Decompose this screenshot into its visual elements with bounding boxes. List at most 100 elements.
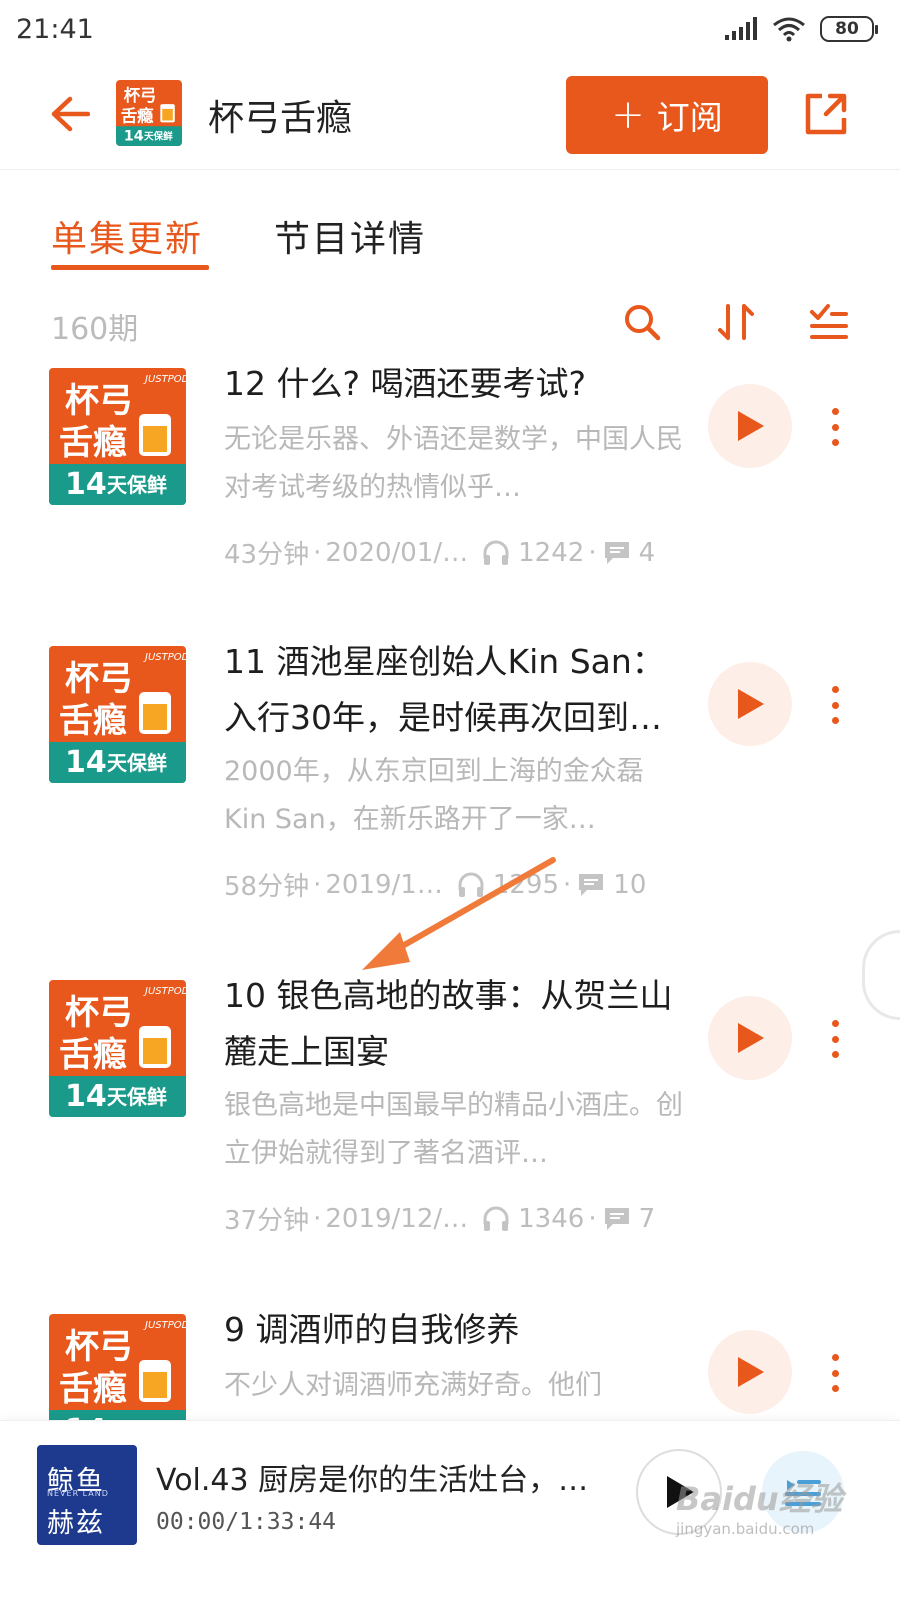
play-icon	[738, 1357, 764, 1387]
svg-text:JUSTPOD: JUSTPOD	[143, 652, 186, 663]
episode-meta: 58分钟 · 2019/1… 1295 · 10	[224, 866, 694, 903]
episode-play-button[interactable]	[708, 1330, 792, 1414]
episode-cover-art: JUSTPOD 杯弓 舌瘾 14 天保鲜	[49, 646, 186, 783]
episode-description: 不少人对调酒师充满好奇。他们	[224, 1370, 602, 1401]
plus-icon: +	[611, 92, 645, 138]
comment-icon	[579, 873, 604, 896]
headphones-icon	[483, 540, 509, 565]
back-button[interactable]	[46, 90, 94, 138]
sort-icon[interactable]	[714, 300, 758, 344]
player-episode-title: Vol.43 厨房是你的生活灶台，…	[156, 1463, 589, 1498]
episode-count: 160期	[51, 312, 139, 347]
svg-text:天保鲜: 天保鲜	[107, 473, 167, 497]
comment-icon	[604, 541, 629, 564]
episode-duration: 58分钟	[224, 872, 310, 902]
svg-text:天保鲜: 天保鲜	[144, 131, 173, 143]
svg-text:14: 14	[124, 129, 144, 145]
svg-text:JUSTPOD: JUSTPOD	[143, 1320, 186, 1331]
player-progress-time: 00:00/1:33:44	[156, 1509, 337, 1535]
episode-more-button[interactable]	[820, 402, 850, 452]
watermark-main: Baidu经验	[676, 1480, 843, 1518]
episode-plays: 1295	[492, 869, 560, 900]
list-toolbar: 160期	[0, 290, 900, 360]
player-cover-line2: 赫兹	[47, 1508, 105, 1539]
wifi-icon	[773, 17, 805, 42]
episode-more-button[interactable]	[820, 680, 850, 730]
episode-play-button[interactable]	[708, 384, 792, 468]
episode-meta: 37分钟 · 2019/12/… 1346 · 7	[224, 1200, 694, 1237]
share-button[interactable]	[800, 88, 852, 140]
episode-title: 12 什么? 喝酒还要考试?	[224, 364, 587, 403]
battery-level: 80	[835, 19, 859, 39]
episode-cover: JUSTPOD 杯弓 舌瘾 14 天保鲜	[49, 980, 186, 1117]
episode-title: 10 银色高地的故事：从贺兰山麓走上国宴	[224, 976, 673, 1071]
podcast-cover-art: 杯弓 舌瘾 14 天保鲜	[116, 80, 182, 146]
episode-cover: JUSTPOD 杯弓 舌瘾 14 天保鲜	[49, 646, 186, 783]
episode-more-button[interactable]	[820, 1014, 850, 1064]
active-tab-indicator	[51, 265, 209, 270]
svg-text:天保鲜: 天保鲜	[107, 1085, 167, 1109]
episode-cover-art: JUSTPOD 杯弓 舌瘾 14 天保鲜	[49, 368, 186, 505]
episode-more-button[interactable]	[820, 1348, 850, 1398]
episode-play-button[interactable]	[708, 996, 792, 1080]
share-icon	[805, 93, 847, 135]
episode-cover-art: JUSTPOD 杯弓 舌瘾 14 天保鲜	[49, 980, 186, 1117]
subscribe-label: 订阅	[656, 98, 723, 137]
svg-text:舌瘾: 舌瘾	[59, 1035, 127, 1075]
status-bar: 21:41 80	[0, 0, 900, 64]
signal-icon	[725, 17, 757, 40]
svg-text:杯弓: 杯弓	[65, 381, 133, 421]
svg-text:舌瘾: 舌瘾	[59, 701, 127, 741]
svg-text:天保鲜: 天保鲜	[107, 751, 167, 775]
player-cover[interactable]: 鲸鱼 赫兹 NEVER LAND	[37, 1445, 137, 1545]
svg-text:14: 14	[65, 745, 107, 780]
tab-bar: 单集更新 节目详情	[0, 170, 900, 280]
episode-plays: 1242	[518, 537, 585, 568]
episode-title: 9 调酒师的自我修养	[224, 1310, 520, 1349]
play-icon	[738, 411, 764, 441]
svg-text:JUSTPOD: JUSTPOD	[143, 986, 186, 997]
header: 杯弓 舌瘾 14 天保鲜 杯弓舌瘾 + 订阅	[0, 64, 900, 170]
episode-duration: 37分钟	[224, 1206, 310, 1236]
subscribe-button[interactable]: + 订阅	[566, 76, 768, 154]
status-time: 21:41	[16, 14, 94, 45]
tab-details[interactable]: 节目详情	[274, 210, 426, 262]
podcast-title: 杯弓舌瘾	[208, 98, 353, 139]
svg-text:杯弓: 杯弓	[65, 993, 133, 1033]
episode-date: 2020/01/…	[325, 537, 469, 568]
episode-play-button[interactable]	[708, 662, 792, 746]
episode-comments: 7	[638, 1203, 656, 1234]
svg-text:14: 14	[65, 467, 107, 502]
episode-list: JUSTPOD 杯弓 舌瘾 14 天保鲜 12 什么? 喝酒还要考试? 无论是乐…	[0, 360, 900, 1445]
svg-text:杯弓: 杯弓	[124, 86, 157, 105]
battery-indicator: 80	[820, 16, 878, 42]
episode-plays: 1346	[518, 1203, 585, 1234]
episode-description: 无论是乐器、外语还是数学，中国人民对考试考级的热情似乎…	[224, 424, 683, 503]
episode-title: 11 酒池星座创始人Kin San：入行30年，是时候再次回到…	[224, 642, 665, 737]
headphones-icon	[483, 1206, 509, 1231]
episode-comments: 10	[613, 869, 647, 900]
watermark-url: jingyan.baidu.com	[676, 1520, 815, 1538]
svg-text:JUSTPOD: JUSTPOD	[143, 374, 186, 385]
baidu-watermark: Baidu经验 jingyan.baidu.com	[676, 1470, 856, 1560]
batch-select-icon[interactable]	[806, 300, 850, 344]
search-icon[interactable]	[620, 300, 664, 344]
svg-text:舌瘾: 舌瘾	[121, 106, 154, 125]
svg-text:舌瘾: 舌瘾	[59, 423, 127, 463]
episode-cover: JUSTPOD 杯弓 舌瘾 14 天保鲜	[49, 368, 186, 505]
episode-date: 2019/12/…	[325, 1203, 469, 1234]
episode-date: 2019/1…	[325, 869, 443, 900]
play-icon	[738, 689, 764, 719]
tab-episodes[interactable]: 单集更新	[51, 210, 203, 262]
episode-description: 2000年，从东京回到上海的金众磊Kin San，在新乐路开了一家…	[224, 756, 644, 835]
episode-comments: 4	[638, 537, 656, 568]
svg-text:舌瘾: 舌瘾	[59, 1369, 127, 1409]
status-icons: 80	[724, 16, 878, 42]
episode-description: 银色高地是中国最早的精品小酒庄。创立伊始就得到了著名酒评…	[224, 1090, 683, 1169]
episode-duration: 43分钟	[224, 540, 310, 570]
svg-text:14: 14	[65, 1079, 107, 1114]
play-icon	[738, 1023, 764, 1053]
svg-text:杯弓: 杯弓	[65, 1327, 133, 1367]
svg-text:杯弓: 杯弓	[65, 659, 133, 699]
podcast-cover-thumbnail[interactable]: 杯弓 舌瘾 14 天保鲜	[116, 80, 182, 146]
